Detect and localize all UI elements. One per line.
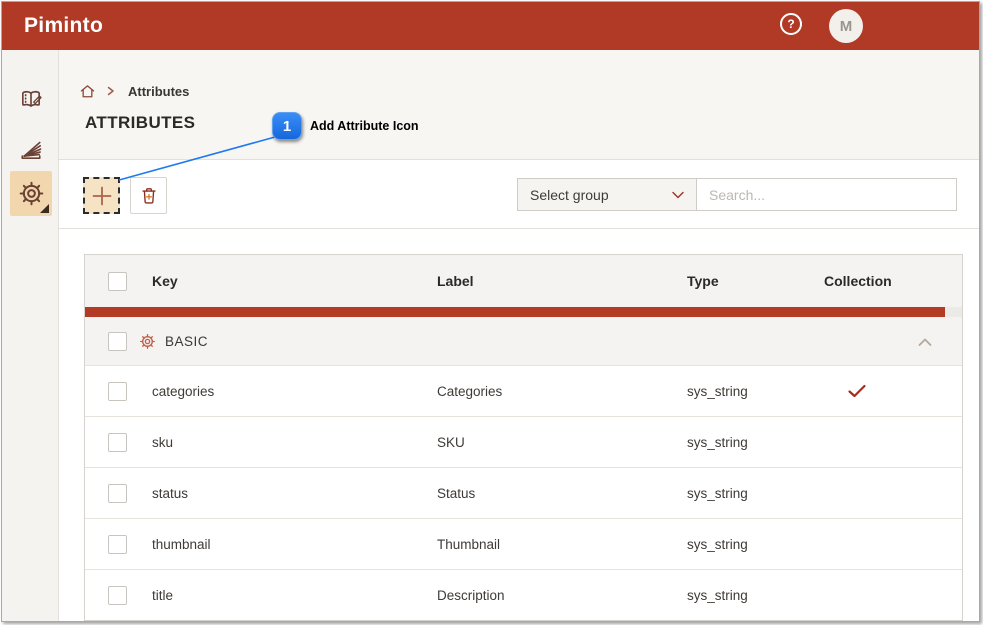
sidebar: [2, 50, 59, 621]
cell-key: categories: [152, 384, 437, 399]
annotation-label: Add Attribute Icon: [310, 119, 419, 133]
row-checkbox[interactable]: [108, 433, 127, 452]
app-window: Piminto ? M: [1, 1, 980, 622]
cell-type: sys_string: [687, 435, 824, 450]
cell-key: thumbnail: [152, 537, 437, 552]
annotation-step-badge: 1: [272, 112, 302, 140]
active-corner-marker: [40, 204, 49, 213]
app-header: Piminto ? M: [2, 2, 979, 50]
add-attribute-button[interactable]: [83, 177, 120, 214]
row-checkbox[interactable]: [108, 535, 127, 554]
table-row[interactable]: sku SKU sys_string: [85, 416, 962, 467]
page-head: Attributes ATTRIBUTES: [59, 50, 979, 160]
page-title: ATTRIBUTES: [85, 113, 979, 133]
help-icon[interactable]: ?: [780, 13, 802, 35]
attributes-table: Key Label Type Collection: [84, 254, 963, 621]
delete-attribute-button[interactable]: [130, 177, 167, 214]
gear-icon: [18, 180, 45, 207]
toolbar: Select group: [59, 160, 979, 229]
avatar[interactable]: M: [829, 9, 863, 43]
cell-label: SKU: [437, 435, 687, 450]
table-row[interactable]: thumbnail Thumbnail sys_string: [85, 518, 962, 569]
app-title: Piminto: [24, 14, 103, 38]
accent-bar-track: [85, 307, 962, 317]
column-header-collection: Collection: [824, 273, 962, 289]
cell-label: Status: [437, 486, 687, 501]
cell-label: Description: [437, 588, 687, 603]
help-glyph: ?: [787, 17, 794, 31]
cell-type: sys_string: [687, 486, 824, 501]
table-row[interactable]: status Status sys_string: [85, 467, 962, 518]
breadcrumb: Attributes: [79, 83, 979, 99]
column-header-key: Key: [152, 273, 437, 289]
chevron-right-icon: [105, 85, 116, 97]
column-header-type: Type: [687, 273, 824, 289]
plus-icon: [91, 185, 113, 207]
stack-icon: [17, 136, 45, 164]
home-icon[interactable]: [79, 83, 96, 99]
cell-type: sys_string: [687, 588, 824, 603]
group-name: BASIC: [165, 334, 208, 349]
search-input[interactable]: [696, 178, 957, 211]
cell-label: Categories: [437, 384, 687, 399]
gear-icon: [139, 333, 156, 350]
table-row[interactable]: title Description sys_string: [85, 569, 962, 620]
checkmark-icon: [847, 383, 962, 399]
chevron-down-icon: [670, 187, 686, 203]
table-row[interactable]: categories Categories sys_string: [85, 365, 962, 416]
group-row-basic[interactable]: BASIC: [85, 317, 962, 365]
group-select[interactable]: Select group: [517, 178, 697, 211]
avatar-initial: M: [840, 18, 853, 35]
table-section: Key Label Type Collection: [59, 229, 979, 621]
table-header-row: Key Label Type Collection: [85, 255, 962, 307]
group-select-value: Select group: [530, 187, 609, 203]
cell-key: title: [152, 588, 437, 603]
cell-type: sys_string: [687, 537, 824, 552]
chevron-up-icon[interactable]: [916, 335, 934, 348]
row-checkbox[interactable]: [108, 484, 127, 503]
sidebar-item-collections[interactable]: [2, 136, 59, 164]
select-all-checkbox[interactable]: [108, 272, 127, 291]
cell-label: Thumbnail: [437, 537, 687, 552]
row-checkbox[interactable]: [108, 382, 127, 401]
annotation-step-number: 1: [283, 118, 291, 135]
cell-key: status: [152, 486, 437, 501]
main-content: Attributes ATTRIBUTES: [59, 50, 979, 621]
row-checkbox[interactable]: [108, 586, 127, 605]
group-checkbox[interactable]: [108, 332, 127, 351]
sidebar-item-catalogs[interactable]: [2, 86, 59, 114]
accent-bar: [85, 307, 945, 317]
trash-icon: [138, 185, 160, 207]
cell-type: sys_string: [687, 384, 824, 399]
cell-key: sku: [152, 435, 437, 450]
column-header-label: Label: [437, 273, 687, 289]
book-icon: [17, 86, 45, 114]
breadcrumb-current[interactable]: Attributes: [128, 84, 189, 99]
sidebar-item-settings[interactable]: [10, 171, 52, 216]
